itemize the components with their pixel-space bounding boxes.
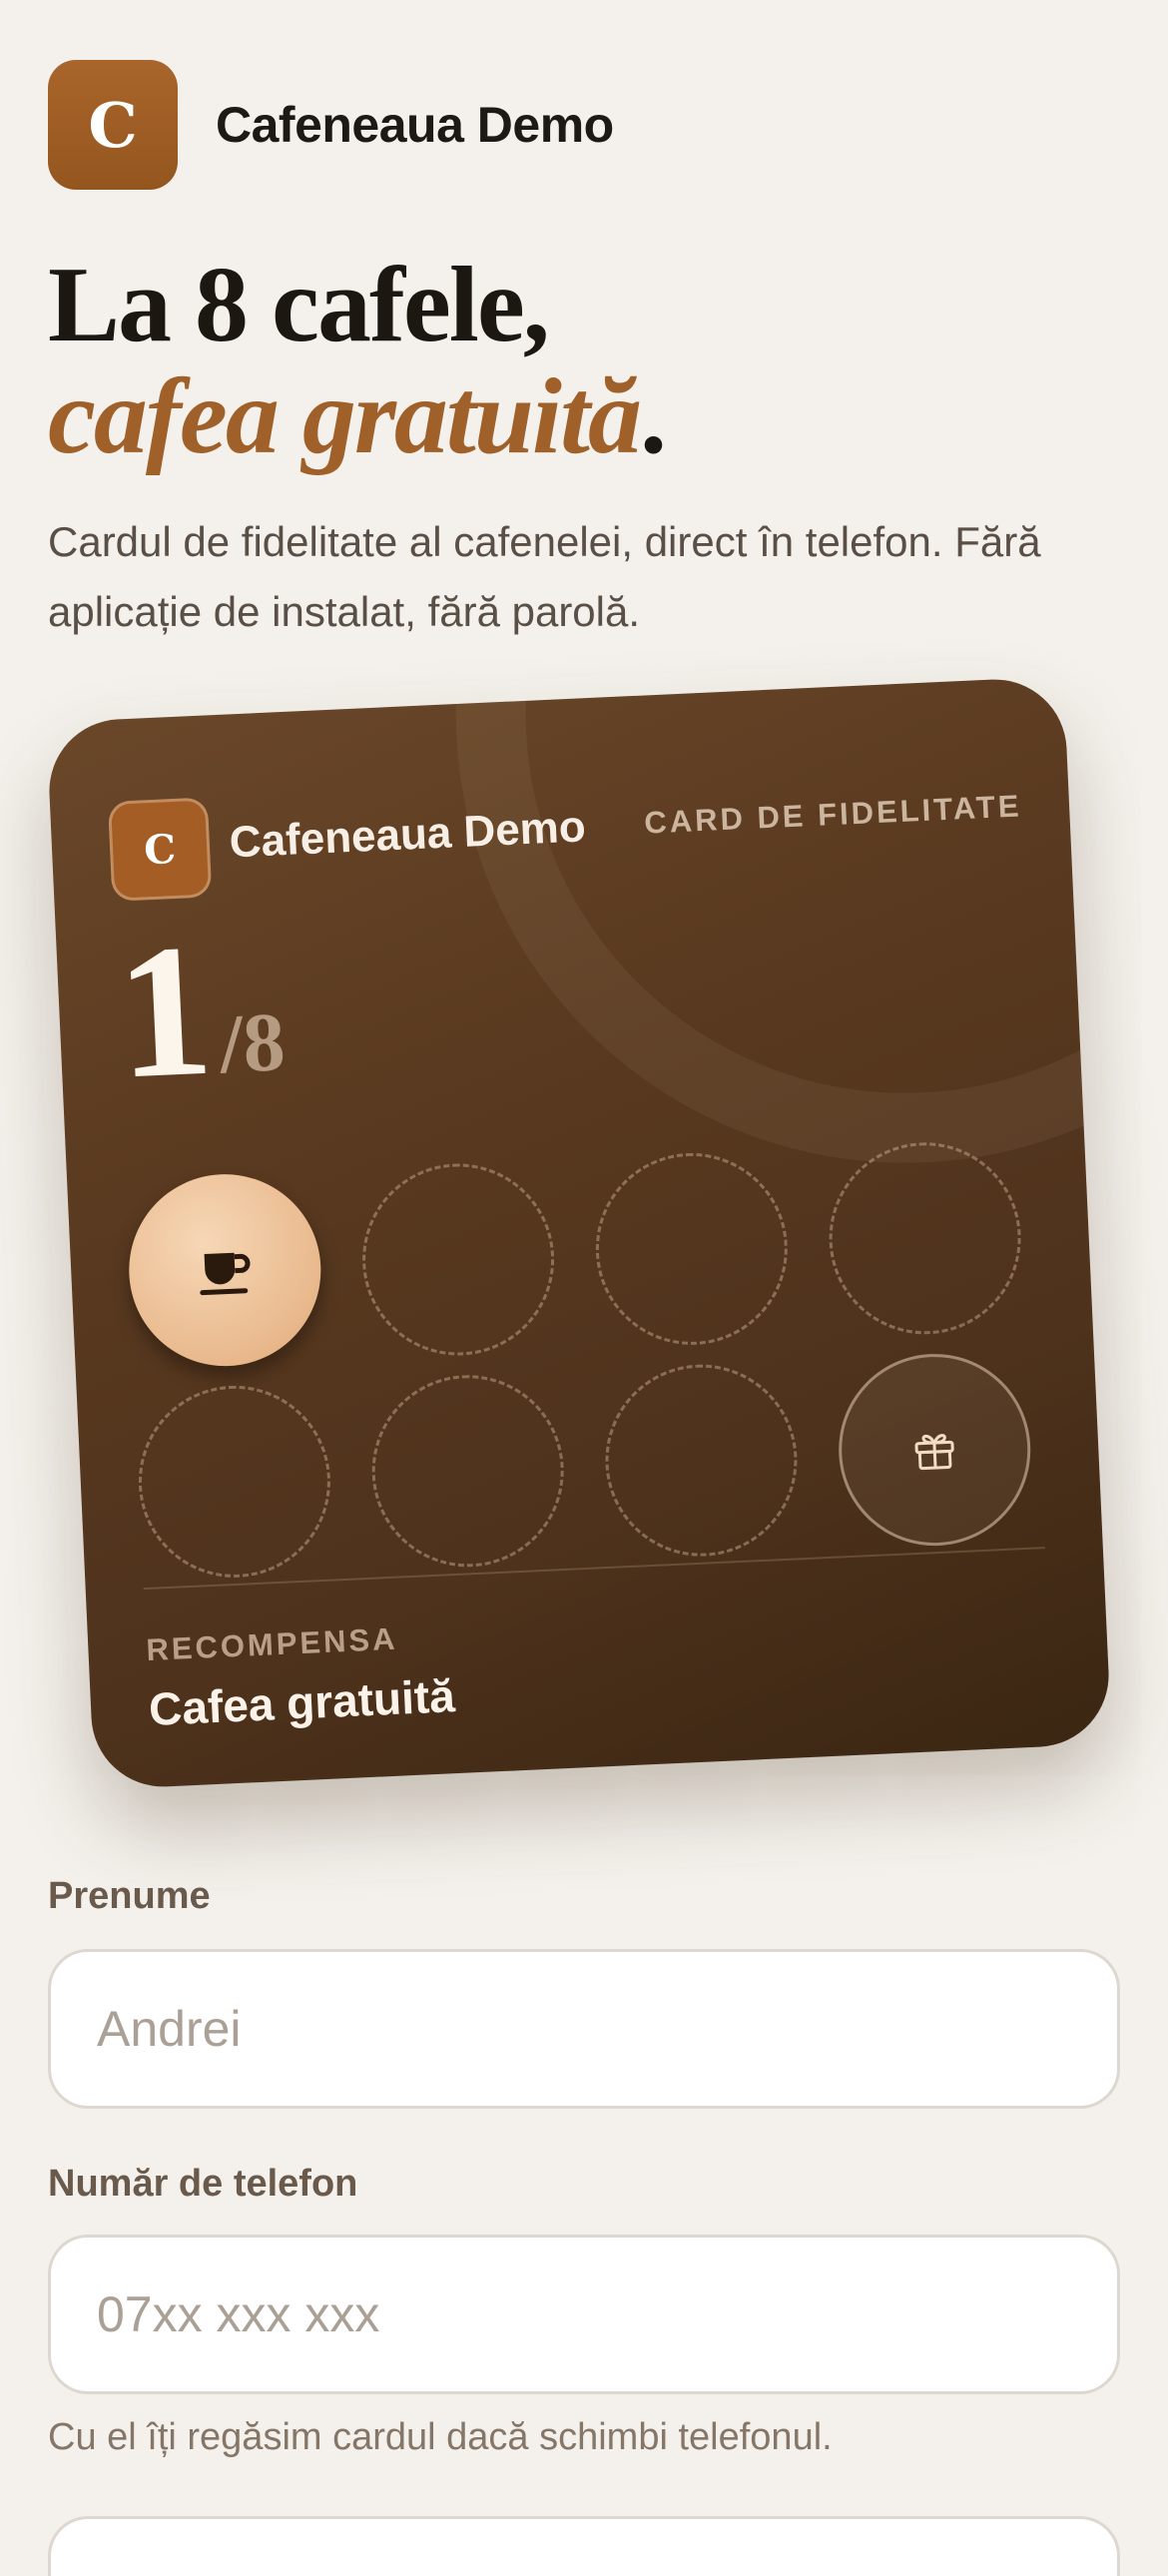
stamp-8-reward: [834, 1349, 1035, 1551]
stamp-5: [134, 1381, 335, 1583]
brand-header: C Cafeneaua Demo: [48, 60, 614, 190]
reward-label: RECOMPENSA: [145, 1620, 399, 1668]
coffee-cup-icon: [200, 1252, 251, 1296]
hero-subtitle: Cardul de fidelitate al cafenelei, direc…: [48, 518, 1041, 635]
phone-helper-text: Cu el îți regăsim cardul dacă schimbi te…: [48, 2416, 833, 2458]
phone-label: Număr de telefon: [48, 2163, 358, 2205]
stamp-count-total: /8: [217, 995, 288, 1092]
reward-value: Cafea gratuită: [148, 1669, 456, 1736]
first-name-label: Prenume: [48, 1875, 211, 1917]
next-field-partial: [48, 2516, 1120, 2576]
brand-logo: C: [48, 60, 178, 190]
stamp-6: [367, 1371, 568, 1572]
stamp-4: [825, 1138, 1025, 1339]
hero-title-line1: La 8 cafele,: [48, 246, 550, 364]
phone-input[interactable]: [48, 2235, 1120, 2394]
gift-icon: [914, 1434, 954, 1471]
hero-title-accent: cafea gratuită: [48, 357, 642, 476]
stamp-1: [125, 1169, 325, 1371]
card-logo: C: [107, 797, 213, 902]
signup-page: C Cafeneaua Demo La 8 cafele, cafea grat…: [0, 0, 1168, 2576]
loyalty-card-preview: C Cafeneaua Demo CARD DE FIDELITATE 1/8: [46, 676, 1112, 1790]
stamp-2: [357, 1159, 559, 1360]
brand-name: Cafeneaua Demo: [216, 97, 614, 153]
card-decoration-ring: [435, 676, 1112, 1183]
stamp-count-collected: 1: [112, 905, 218, 1119]
hero-title: La 8 cafele, cafea gratuită.: [48, 250, 1126, 473]
hero-title-end: .: [639, 357, 667, 476]
first-name-input[interactable]: [48, 1949, 1120, 2109]
loyalty-card: C Cafeneaua Demo CARD DE FIDELITATE 1/8: [46, 676, 1112, 1790]
stamp-counter: 1/8: [113, 906, 288, 1119]
stamp-7: [601, 1360, 802, 1561]
stamp-3: [591, 1148, 793, 1350]
